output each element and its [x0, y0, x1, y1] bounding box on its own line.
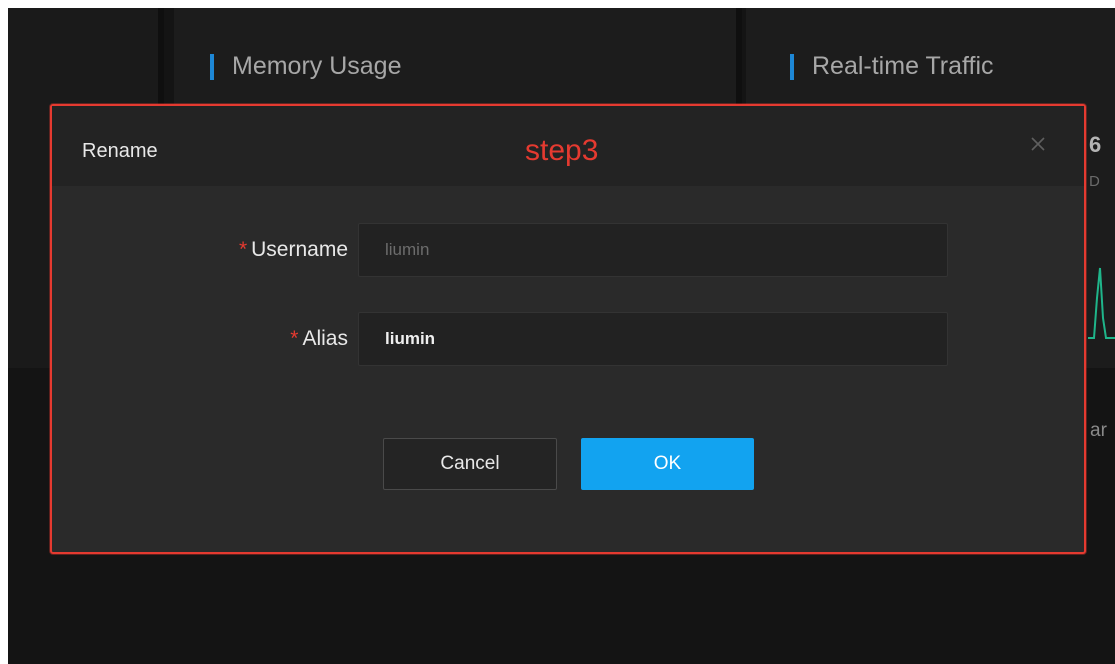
username-row: * Username	[52, 223, 1084, 279]
traffic-sparkline	[1088, 267, 1115, 339]
alias-label: * Alias	[290, 327, 348, 351]
panel-accent-bar	[210, 53, 214, 80]
traffic-value-partial: 6	[1089, 132, 1102, 157]
partial-text: ar	[1090, 420, 1107, 441]
username-label: * Username	[239, 238, 348, 262]
dialog-title: Rename	[82, 140, 158, 162]
username-label-text: Username	[251, 238, 348, 261]
cancel-button[interactable]: Cancel	[383, 438, 557, 490]
alias-label-text: Alias	[302, 327, 348, 350]
realtime-traffic-title: Real-time Traffic	[812, 52, 994, 80]
dashboard-background: Memory Usage Real-time Traffic 6 D ar Re…	[8, 8, 1115, 664]
rename-dialog: Rename step3 *Username *Alias Cancel OK	[50, 104, 1086, 554]
close-icon[interactable]	[1028, 134, 1048, 154]
alias-input[interactable]	[358, 312, 948, 366]
panel-accent-bar	[790, 53, 794, 80]
step-annotation: step3	[525, 134, 599, 167]
required-mark: *	[238, 238, 248, 261]
required-mark: *	[290, 327, 299, 350]
memory-usage-title: Memory Usage	[232, 52, 402, 80]
traffic-sub-partial: D	[1089, 173, 1100, 190]
dialog-header: Rename step3	[52, 106, 1084, 186]
alias-row: * Alias	[52, 312, 1084, 368]
ok-button[interactable]: OK	[581, 438, 754, 490]
username-input[interactable]	[358, 223, 948, 277]
